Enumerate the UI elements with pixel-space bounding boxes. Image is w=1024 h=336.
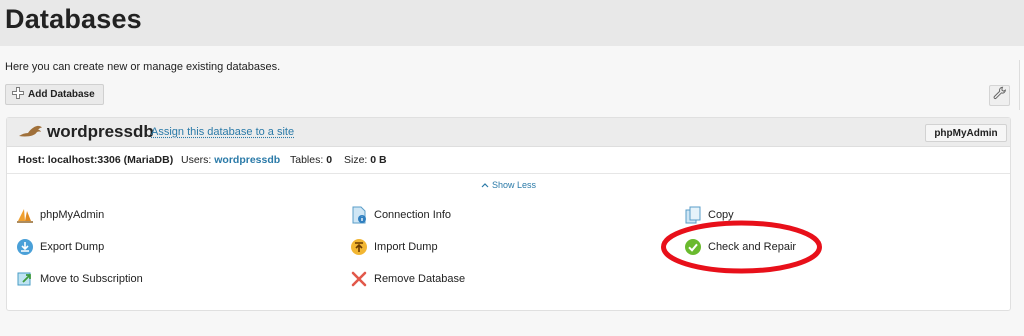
host-value: localhost:3306 (MariaDB) bbox=[47, 154, 174, 166]
database-card-header: wordpressdb Assign this database to a si… bbox=[7, 118, 1010, 147]
download-icon bbox=[16, 238, 34, 256]
plus-icon bbox=[12, 87, 24, 102]
add-database-label: Add Database bbox=[28, 89, 95, 100]
tool-check-and-repair[interactable]: Check and Repair bbox=[684, 238, 796, 256]
tool-phpmyadmin-label: phpMyAdmin bbox=[40, 209, 105, 221]
host-label: Host: bbox=[18, 154, 45, 166]
tables-value: 0 bbox=[326, 154, 333, 166]
tool-import-dump-label: Import Dump bbox=[374, 241, 438, 253]
move-icon bbox=[16, 270, 34, 288]
show-less-toggle[interactable]: Show Less bbox=[481, 180, 536, 190]
upload-icon bbox=[350, 238, 368, 256]
page-header: Databases bbox=[0, 0, 1024, 46]
database-info-row: Host: localhost:3306 (MariaDB) Users: wo… bbox=[7, 147, 1010, 174]
tool-check-and-repair-label: Check and Repair bbox=[708, 241, 797, 253]
tool-connection-info[interactable]: Connection Info bbox=[350, 206, 451, 224]
tools-button[interactable] bbox=[989, 85, 1010, 106]
intro-text: Here you can create new or manage existi… bbox=[5, 61, 281, 73]
users-label: Users: bbox=[181, 154, 212, 166]
tool-connection-info-label: Connection Info bbox=[374, 209, 452, 221]
page-title: Databases bbox=[5, 4, 142, 34]
tool-copy-label: Copy bbox=[708, 209, 734, 221]
tool-copy[interactable]: Copy bbox=[684, 206, 734, 224]
add-database-button[interactable]: Add Database bbox=[5, 84, 104, 105]
phpmyadmin-sail-icon bbox=[16, 206, 34, 224]
tool-import-dump[interactable]: Import Dump bbox=[350, 238, 438, 256]
assign-database-link[interactable]: Assign this database to a site bbox=[151, 126, 294, 138]
tool-export-dump[interactable]: Export Dump bbox=[16, 238, 104, 256]
show-less-label: Show Less bbox=[492, 180, 537, 190]
phpmyadmin-header-button[interactable]: phpMyAdmin bbox=[925, 124, 1007, 142]
tool-phpmyadmin[interactable]: phpMyAdmin bbox=[16, 206, 104, 224]
checkmark-icon bbox=[684, 238, 702, 256]
tool-move-to-subscription-label: Move to Subscription bbox=[40, 273, 143, 285]
database-card: wordpressdb Assign this database to a si… bbox=[6, 117, 1011, 311]
document-info-icon bbox=[350, 206, 368, 224]
tool-remove-database-label: Remove Database bbox=[374, 273, 466, 285]
size-label: Size: bbox=[344, 154, 368, 166]
database-name: wordpressdb bbox=[47, 122, 154, 141]
wrench-icon bbox=[993, 86, 1007, 105]
copy-icon bbox=[684, 206, 702, 224]
tool-remove-database[interactable]: Remove Database bbox=[350, 270, 465, 288]
tool-export-dump-label: Export Dump bbox=[40, 241, 105, 253]
tool-move-to-subscription[interactable]: Move to Subscription bbox=[16, 270, 143, 288]
chevron-up-icon bbox=[481, 180, 489, 190]
users-link[interactable]: wordpressdb bbox=[214, 154, 280, 166]
size-info: Size: 0 B bbox=[344, 154, 387, 166]
side-panel-edge bbox=[1019, 60, 1024, 110]
mariadb-seal-icon bbox=[18, 123, 44, 144]
host-info: Host: localhost:3306 (MariaDB) bbox=[18, 154, 173, 166]
size-value: 0 B bbox=[370, 154, 387, 166]
users-info: Users: wordpressdb bbox=[181, 154, 280, 166]
x-icon bbox=[350, 270, 368, 288]
tables-label: Tables: bbox=[290, 154, 324, 166]
tables-info: Tables: 0 bbox=[290, 154, 332, 166]
